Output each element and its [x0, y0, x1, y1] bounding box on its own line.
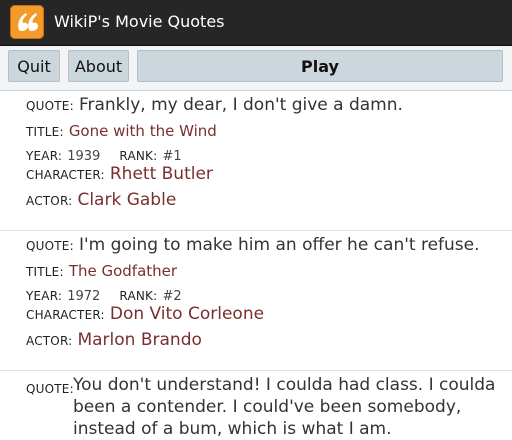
quote-label-row: QUOTE:	[26, 378, 74, 397]
character-name: Rhett Butler	[109, 164, 213, 184]
quote-list[interactable]: QUOTE: Frankly, my dear, I don't give a …	[0, 90, 512, 440]
year-rank-row: YEAR: 1972 RANK: #2	[26, 285, 182, 304]
year-rank-row: YEAR: 1939 RANK: #1	[26, 145, 182, 164]
quote-text: You don't understand! I coulda had class…	[73, 375, 496, 439]
character-label: CHARACTER:	[26, 168, 105, 182]
rank-label: RANK:	[119, 289, 158, 303]
quote-label: QUOTE:	[26, 382, 74, 396]
movie-title: The Godfather	[68, 262, 178, 280]
movie-title: Gone with the Wind	[68, 122, 217, 140]
title-row: TITLE: Gone with the Wind	[26, 121, 217, 140]
year-value: 1939	[67, 149, 101, 164]
play-button[interactable]: Play	[137, 50, 503, 82]
title-row: TITLE: The Godfather	[26, 261, 177, 280]
app-title: WikiP's Movie Quotes	[54, 12, 225, 31]
rank-value: #2	[162, 289, 182, 304]
actor-label: ACTOR:	[26, 334, 73, 348]
divider	[0, 370, 512, 371]
year-label: YEAR:	[26, 289, 63, 303]
rank-label: RANK:	[119, 149, 158, 163]
quote-row: QUOTE: I'm going to make him an offer he…	[26, 235, 480, 255]
character-name: Don Vito Corleone	[109, 304, 265, 324]
quote-label: QUOTE:	[26, 239, 74, 253]
quote-text: I'm going to make him an offer he can't …	[78, 235, 480, 255]
toolbar: Quit About Play	[0, 46, 512, 90]
actor-row: ACTOR: Marlon Brando	[26, 330, 202, 350]
quote-text: Frankly, my dear, I don't give a damn.	[78, 95, 403, 115]
character-row: CHARACTER: Rhett Butler	[26, 164, 213, 184]
actor-name: Clark Gable	[77, 190, 177, 210]
year-value: 1972	[67, 289, 101, 304]
quote-label: QUOTE:	[26, 99, 74, 113]
character-row: CHARACTER: Don Vito Corleone	[26, 304, 264, 324]
quit-button[interactable]: Quit	[8, 50, 60, 82]
actor-name: Marlon Brando	[77, 330, 202, 350]
rank-value: #1	[162, 149, 182, 164]
year-label: YEAR:	[26, 149, 63, 163]
actor-row: ACTOR: Clark Gable	[26, 190, 176, 210]
character-label: CHARACTER:	[26, 308, 105, 322]
app-logo-icon	[10, 5, 44, 39]
title-label: TITLE:	[26, 125, 64, 139]
quote-row: QUOTE: Frankly, my dear, I don't give a …	[26, 95, 403, 115]
title-label: TITLE:	[26, 265, 64, 279]
divider	[0, 230, 512, 231]
title-bar: WikiP's Movie Quotes	[0, 0, 512, 46]
about-button[interactable]: About	[68, 50, 129, 82]
actor-label: ACTOR:	[26, 194, 73, 208]
